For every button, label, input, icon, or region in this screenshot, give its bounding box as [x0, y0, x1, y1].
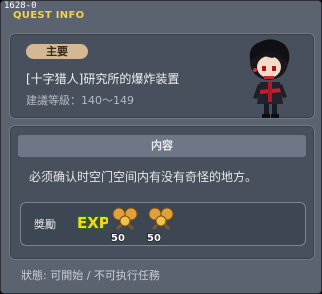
coin-reward-icon: 50 [146, 207, 174, 243]
coin-reward-icon: 50 [110, 207, 138, 243]
quest-status: 狀態: 可開始 / 不可执行任務 [21, 269, 160, 282]
exp-text: EXP [77, 214, 108, 231]
exp-icon: EXP [76, 213, 108, 231]
coin-count: 50 [147, 233, 161, 243]
content-header: 内容 [18, 135, 306, 157]
window-title: QUEST INFO [13, 10, 85, 21]
recommended-level: 建議等級：140～149 [26, 94, 134, 107]
quest-summary-panel: 主要 [十字猎人]研究所的爆炸装置 建議等級：140～149 [9, 33, 315, 119]
reward-box: 獎勵 EXP 50 50 [20, 202, 306, 246]
quest-description: 必须确认时空门空间内有没有奇怪的地方。 [29, 170, 258, 184]
quest-info-window: 1628-0 QUEST INFO 主要 [十字猎人]研究所的爆炸装置 建議等級… [0, 0, 322, 294]
coin-count: 50 [111, 233, 125, 243]
reward-label: 獎勵 [34, 218, 56, 231]
quest-name: [十字猎人]研究所的爆炸装置 [26, 72, 180, 86]
quest-type-badge: 主要 [26, 44, 88, 59]
quest-content-panel: 内容 必须确认时空门空间内有没有奇怪的地方。 獎勵 EXP 50 50 [9, 125, 315, 260]
npc-avatar [249, 39, 290, 118]
